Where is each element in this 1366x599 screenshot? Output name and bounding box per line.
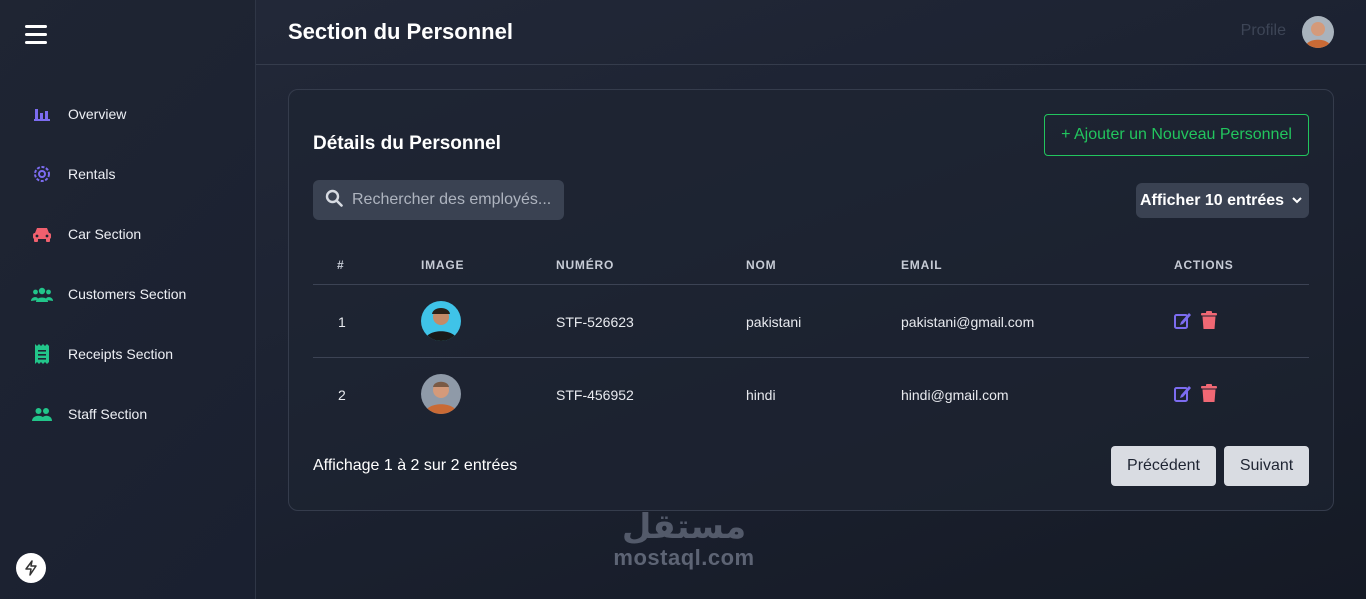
sidebar-item-rentals[interactable]: Rentals — [0, 144, 255, 204]
avatar — [421, 301, 461, 341]
edit-icon[interactable] — [1174, 311, 1192, 329]
row-name: pakistani — [746, 314, 802, 330]
col-header-name: NOM — [746, 258, 777, 272]
row-email: hindi@gmail.com — [901, 387, 1009, 403]
profile-link[interactable]: Profile — [1241, 22, 1286, 40]
watermark-arabic: مستقل — [621, 508, 747, 546]
avatar[interactable] — [1302, 16, 1334, 48]
row-index: 2 — [338, 387, 346, 403]
sidebar: Overview Rentals Car Section Customers S… — [0, 0, 256, 599]
search-input[interactable] — [352, 191, 552, 209]
row-email: pakistani@gmail.com — [901, 314, 1035, 330]
sidebar-item-car-section[interactable]: Car Section — [0, 204, 255, 264]
sidebar-item-label: Car Section — [68, 226, 142, 242]
watermark-latin: mostaql.com — [613, 545, 755, 570]
entries-select-value: Afficher 10 entrées — [1140, 191, 1285, 209]
delete-icon[interactable] — [1201, 311, 1219, 329]
bolt-icon[interactable] — [16, 553, 46, 583]
delete-icon[interactable] — [1201, 384, 1219, 402]
sidebar-item-label: Receipts Section — [68, 346, 174, 362]
user-group-icon — [31, 403, 53, 425]
search-icon — [325, 189, 343, 212]
menu-toggle-icon[interactable] — [25, 25, 47, 45]
entries-select[interactable]: Afficher 10 entrées — [1136, 183, 1309, 218]
watermark: مستقل mostaql.com — [604, 508, 764, 570]
search-box — [313, 180, 564, 220]
staff-table: # IMAGE NUMÉRO NOM EMAIL ACTIONS 1 STF-5… — [313, 241, 1309, 431]
sidebar-item-receipts-section[interactable]: Receipts Section — [0, 324, 255, 384]
table-row: 1 STF-526623 pakistani pakistani@gmail.c… — [313, 285, 1309, 358]
sidebar-item-customers-section[interactable]: Customers Section — [0, 264, 255, 324]
sidebar-item-label: Staff Section — [68, 406, 148, 422]
row-number: STF-456952 — [556, 387, 634, 403]
staff-card: Détails du Personnel + Ajouter un Nouvea… — [288, 89, 1334, 511]
row-number: STF-526623 — [556, 314, 634, 330]
previous-button[interactable]: Précédent — [1111, 446, 1216, 486]
row-index: 1 — [338, 314, 346, 330]
edit-icon[interactable] — [1174, 384, 1192, 402]
col-header-index: # — [337, 258, 345, 272]
sidebar-item-label: Customers Section — [68, 286, 187, 302]
sidebar-nav: Overview Rentals Car Section Customers S… — [0, 84, 255, 444]
gear-icon — [31, 163, 53, 185]
page-title: Section du Personnel — [288, 19, 513, 44]
col-header-email: EMAIL — [901, 258, 943, 272]
col-header-number: NUMÉRO — [556, 258, 615, 272]
chevron-down-icon — [1291, 193, 1303, 211]
row-name: hindi — [746, 387, 776, 403]
table-header: # IMAGE NUMÉRO NOM EMAIL ACTIONS — [313, 241, 1309, 285]
add-staff-button[interactable]: + Ajouter un Nouveau Personnel — [1044, 114, 1309, 156]
sidebar-item-staff-section[interactable]: Staff Section — [0, 384, 255, 444]
table-row: 2 STF-456952 hindi hindi@gmail.com — [313, 358, 1309, 431]
pagination-info: Affichage 1 à 2 sur 2 entrées — [313, 457, 518, 474]
card-title: Détails du Personnel — [313, 133, 501, 154]
sidebar-item-label: Overview — [68, 106, 127, 122]
bar-chart-icon — [31, 103, 53, 125]
next-button[interactable]: Suivant — [1224, 446, 1309, 486]
main-content: Section du Personnel Profile Détails du … — [256, 0, 1366, 599]
col-header-actions: ACTIONS — [1174, 258, 1234, 272]
users-icon — [31, 283, 53, 305]
sidebar-item-overview[interactable]: Overview — [0, 84, 255, 144]
receipt-icon — [31, 343, 53, 365]
top-bar: Section du Personnel Profile — [256, 0, 1366, 65]
sidebar-item-label: Rentals — [68, 166, 116, 182]
avatar — [421, 374, 461, 414]
col-header-image: IMAGE — [421, 258, 465, 272]
car-icon — [31, 223, 53, 245]
